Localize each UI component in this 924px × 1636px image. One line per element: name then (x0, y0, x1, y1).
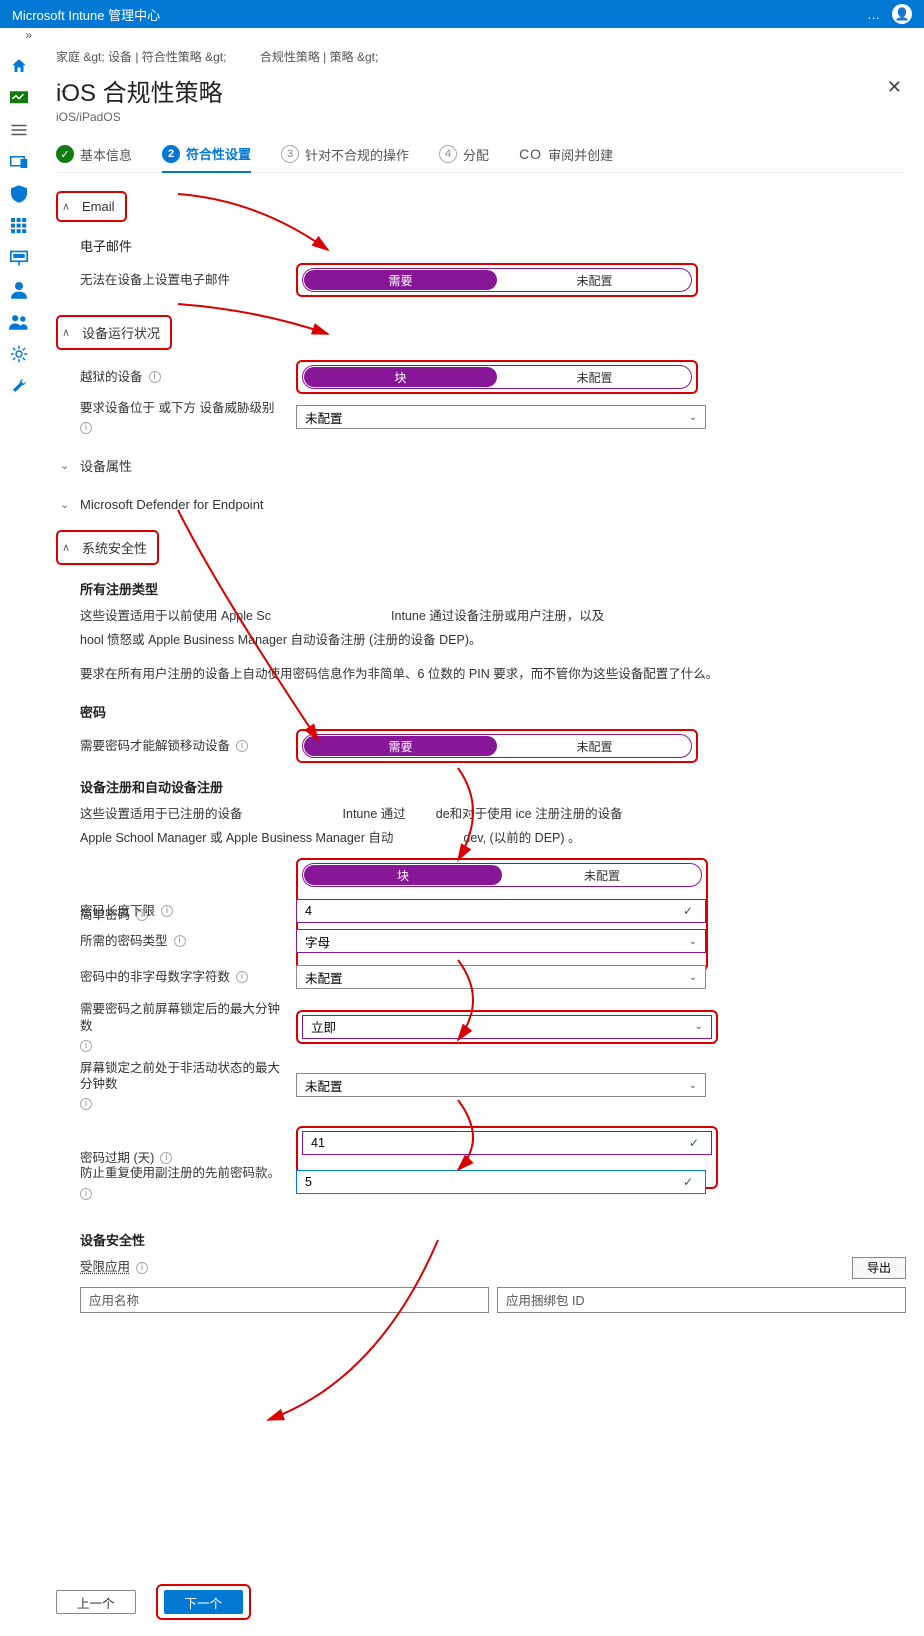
step-basic[interactable]: ✓基本信息 (56, 145, 132, 172)
step-compliance[interactable]: 2符合性设置 (162, 144, 251, 173)
presentation-icon[interactable] (9, 248, 29, 268)
grid-icon[interactable] (9, 216, 29, 236)
section-system-security[interactable]: ∧系统安全性 (58, 532, 151, 563)
password-type-select[interactable]: 字母⌄ (296, 929, 706, 953)
breadcrumb: 家庭 &gt; 设备 | 符合性策略 &gt; 合规性策略 | 策略 &gt; (56, 48, 906, 65)
sidebar (0, 52, 38, 396)
monitor-icon[interactable] (9, 88, 29, 108)
app-name-input[interactable]: 应用名称 (80, 1287, 489, 1313)
step-assign[interactable]: 4分配 (439, 145, 489, 172)
all-reg-types-heading: 所有注册类型 (80, 579, 906, 598)
section-defender[interactable]: ⌄Microsoft Defender for Endpoint (56, 491, 906, 518)
previous-button[interactable]: 上一个 (56, 1590, 136, 1614)
threat-level-select[interactable]: 未配置⌄ (296, 405, 706, 429)
email-managed-label: 无法在设备上设置电子邮件 (80, 272, 290, 288)
portal-title: Microsoft Intune 管理中心 (12, 5, 160, 24)
devices-icon[interactable] (9, 152, 29, 172)
home-icon[interactable] (9, 56, 29, 76)
require-password-toggle[interactable]: 需要 未配置 (302, 734, 692, 758)
footer-buttons: 上一个 下一个 (38, 1584, 251, 1620)
wrench-icon[interactable] (9, 376, 29, 396)
close-icon[interactable]: ✕ (883, 73, 906, 102)
simple-password-toggle[interactable]: 块 未配置 (302, 863, 702, 887)
page-title: iOS 合规性策略 (56, 73, 223, 108)
nonalpha-label: 密码中的非字母数字字符数i (80, 969, 290, 985)
section-device-properties[interactable]: ⌄设备属性 (56, 450, 906, 481)
max-min-after-lock-label: 需要密码之前屏幕锁定后的最大分钟数i (80, 1001, 290, 1052)
step-review[interactable]: CO审阅并创建 (519, 145, 613, 172)
top-header-bar: Microsoft Intune 管理中心 … 👤 (0, 0, 924, 28)
main-content: 家庭 &gt; 设备 | 符合性策略 &gt; 合规性策略 | 策略 &gt; … (38, 40, 924, 1636)
device-security-heading: 设备安全性 (80, 1230, 906, 1249)
nonalpha-select[interactable]: 未配置⌄ (296, 965, 706, 989)
dev-enrollment-heading: 设备注册和自动设备注册 (80, 777, 906, 796)
prevent-reuse-label: 防止重复使用副注册的先前密码款。i (80, 1165, 290, 1199)
max-min-inactive-label: 屏幕锁定之前处于非活动状态的最大分钟数i (80, 1060, 290, 1111)
password-expire-label: 密码过期 (天)i (80, 1150, 290, 1166)
sidebar-collapse-toggle[interactable]: » (0, 28, 38, 52)
gear-icon[interactable] (9, 344, 29, 364)
min-length-label: 密码长度下限i (80, 903, 290, 919)
prevent-reuse-input[interactable]: 5✓ (296, 1170, 706, 1194)
require-password-label: 需要密码才能解锁移动设备i (80, 738, 290, 754)
min-length-input[interactable]: 4✓ (296, 899, 706, 923)
app-bundle-id-input[interactable]: 应用捆绑包 ID (497, 1287, 906, 1313)
user-avatar[interactable]: 👤 (892, 4, 912, 24)
list-icon[interactable] (9, 120, 29, 140)
step-noncompliance[interactable]: 3针对不合规的操作 (281, 145, 409, 172)
threat-level-label: 要求设备位于 或下方 设备威胁级别i (80, 400, 290, 434)
users-icon[interactable] (9, 312, 29, 332)
password-heading: 密码 (80, 702, 906, 721)
jailbreak-label: 越狱的设备i (80, 369, 290, 385)
email-managed-toggle[interactable]: 需要 未配置 (302, 268, 692, 292)
next-button[interactable]: 下一个 (164, 1590, 244, 1614)
max-min-inactive-select[interactable]: 未配置⌄ (296, 1073, 706, 1097)
jailbreak-toggle[interactable]: 块 未配置 (302, 365, 692, 389)
page-subtitle: iOS/iPadOS (56, 110, 223, 124)
header-more-icon[interactable]: … (867, 7, 880, 22)
restricted-apps-label: 受限应用i (80, 1259, 290, 1275)
max-min-after-lock-select[interactable]: 立即⌄ (302, 1015, 712, 1039)
user-icon[interactable] (9, 280, 29, 300)
section-email-header[interactable]: ∧Email (58, 193, 119, 220)
email-subheading: 电子邮件 (80, 236, 906, 255)
section-health-header[interactable]: ∧设备运行状况 (58, 317, 164, 348)
export-button[interactable]: 导出 (852, 1257, 906, 1279)
wizard-steps: ✓基本信息 2符合性设置 3针对不合规的操作 4分配 CO审阅并创建 (56, 144, 906, 173)
shield-icon[interactable] (9, 184, 29, 204)
password-type-label: 所需的密码类型i (80, 933, 290, 949)
password-expire-input[interactable]: 41✓ (302, 1131, 712, 1155)
